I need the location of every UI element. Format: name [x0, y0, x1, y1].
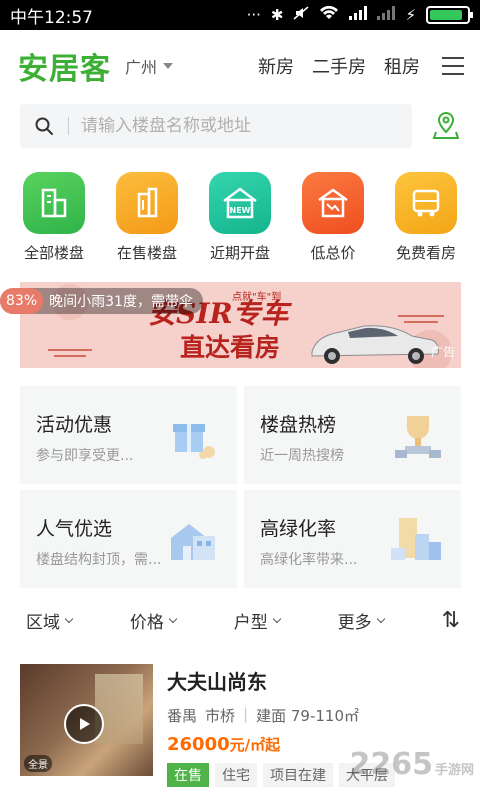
chevron-down-icon [64, 614, 74, 623]
bluetooth-icon: ✱ [270, 6, 284, 24]
weather-text: 晚间小雨31度，需带伞 [49, 294, 193, 310]
filter-more[interactable]: 更多 [338, 608, 442, 633]
house-icon [171, 524, 215, 560]
thumbnail-window [95, 674, 143, 744]
filter-layout[interactable]: 户型 [234, 608, 338, 633]
nav-new-homes[interactable]: 新房 [258, 53, 294, 79]
category-free-tour[interactable]: 免费看房 [380, 172, 472, 263]
app-logo: 安居客 [18, 52, 111, 87]
category-label: 全部楼盘 [23, 244, 84, 262]
category-label: 在售楼盘 [116, 244, 177, 262]
bus-icon [412, 189, 440, 217]
signal-2-icon [377, 6, 396, 24]
gift-icon [173, 424, 215, 459]
watermark: 2265 手游网 [349, 747, 474, 782]
feature-cards: 活动优惠 参与即享受更... 楼盘热榜 近一周热搜榜 人气优选 楼盘结构封顶，需… [20, 386, 461, 588]
search-divider [68, 117, 69, 135]
category-label: 免费看房 [395, 244, 456, 262]
svg-text:NEW: NEW [230, 206, 251, 215]
status-icons: ··· ✱ ⚡ [246, 5, 473, 25]
category-badge: NEW [209, 172, 271, 234]
menu-icon[interactable] [442, 57, 464, 75]
city-selector[interactable]: 广州 [125, 54, 174, 78]
filter-bar: 区域 价格 户型 更多 ⇅ [0, 600, 480, 640]
listing-meta: 番禺 市桥 | 建面 79-110㎡ [167, 705, 461, 726]
map-pin-icon[interactable] [432, 110, 460, 140]
category-label: 近期开盘 [209, 244, 270, 262]
card-promotions[interactable]: 活动优惠 参与即享受更... [20, 386, 237, 484]
rain-probability: 83% [0, 288, 44, 314]
sort-icon[interactable]: ⇅ [442, 608, 460, 633]
chevron-down-icon [272, 614, 282, 623]
banner-slogan-line2: 直达看房 [180, 333, 281, 362]
category-on-sale[interactable]: 在售楼盘 [101, 172, 193, 263]
watermark-brand: 2265 [349, 747, 433, 782]
category-label: 低总价 [310, 244, 356, 262]
category-badge [395, 172, 457, 234]
wifi-icon [319, 5, 339, 25]
card-green-ratio[interactable]: 高绿化率 高绿化率带来... [244, 490, 461, 588]
top-nav: 新房 二手房 租房 [258, 53, 464, 79]
filter-label: 户型 [233, 612, 268, 633]
listing-area: 市桥 [205, 707, 236, 725]
tag-on-sale: 在售 [167, 763, 209, 787]
search-icon [35, 117, 53, 135]
category-row: 全部楼盘 在售楼盘 NEW 近期开盘 低总价 免费看房 [0, 172, 480, 263]
status-bar: 中午12:57 ··· ✱ ⚡ [0, 0, 480, 30]
price-down-icon [318, 188, 348, 218]
play-icon[interactable] [64, 704, 104, 744]
listing-district: 番禺 [167, 707, 198, 725]
category-recent-openings[interactable]: NEW 近期开盘 [194, 172, 286, 263]
status-time: 中午12:57 [10, 7, 93, 28]
signal-icon [349, 6, 368, 24]
category-all-projects[interactable]: 全部楼盘 [8, 172, 100, 263]
weather-notice: 83% 晚间小雨31度，需带伞 [0, 288, 203, 314]
battery-icon [426, 6, 473, 24]
caret-down-icon [163, 63, 174, 69]
card-popular[interactable]: 人气优选 楼盘结构封顶，需... [20, 490, 237, 588]
watermark-suffix: 手游网 [434, 763, 474, 778]
buildings-icon [391, 518, 441, 560]
filter-label: 价格 [129, 612, 164, 633]
chevron-down-icon [168, 614, 178, 623]
nav-second-hand[interactable]: 二手房 [312, 53, 366, 79]
tag-residential: 住宅 [215, 763, 257, 787]
building-icon [41, 188, 67, 218]
category-badge [23, 172, 85, 234]
tag-under-construction: 项目在建 [263, 763, 333, 787]
nav-rent[interactable]: 租房 [384, 53, 420, 79]
filter-label: 更多 [337, 612, 372, 633]
card-hot-list[interactable]: 楼盘热榜 近一周热搜榜 [244, 386, 461, 484]
chevron-down-icon [376, 614, 385, 623]
new-house-icon: NEW [223, 187, 257, 219]
listing-size: 建面 79-110㎡ [256, 707, 359, 725]
search-input[interactable] [81, 116, 381, 136]
filter-region[interactable]: 区域 [26, 608, 130, 633]
meta-separator: | [243, 705, 249, 723]
search-bar[interactable] [20, 104, 412, 148]
app-header: 安居客 广州 新房 二手房 租房 [0, 30, 480, 102]
more-dots-icon: ··· [246, 6, 261, 24]
category-badge [302, 172, 364, 234]
listing-thumbnail[interactable]: 全景 [20, 664, 153, 776]
listing-name: 大夫山尚东 [167, 670, 267, 694]
trophy-icon [395, 416, 441, 458]
filter-price[interactable]: 价格 [130, 608, 234, 633]
tower-icon [137, 187, 158, 218]
filter-label: 区域 [26, 612, 60, 633]
category-low-price[interactable]: 低总价 [287, 172, 379, 263]
city-label: 广州 [125, 58, 158, 77]
mute-icon [293, 5, 309, 25]
charging-icon: ⚡ [405, 6, 416, 24]
price-unit: 元/㎡起 [229, 736, 281, 754]
price-value: 26000 [167, 734, 230, 755]
category-badge [116, 172, 178, 234]
ad-label: 广告 [430, 345, 455, 359]
panorama-badge: 全景 [24, 755, 52, 772]
